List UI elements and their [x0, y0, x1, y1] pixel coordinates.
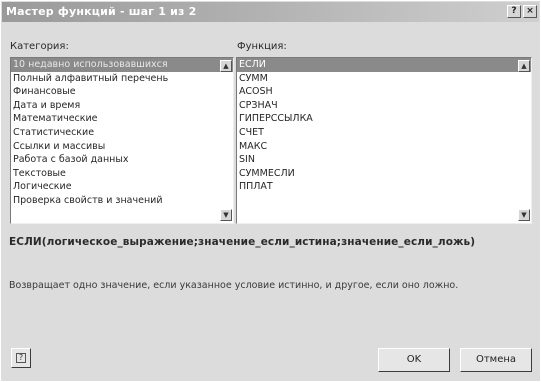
- office-assistant-button[interactable]: ?: [11, 348, 31, 368]
- function-list-item[interactable]: ППЛАТ: [237, 180, 531, 194]
- category-list-item[interactable]: Проверка свойств и значений: [11, 194, 233, 208]
- function-list-item[interactable]: ACOSH: [237, 85, 531, 99]
- function-list-item[interactable]: СУММ: [237, 72, 531, 86]
- category-list-item[interactable]: 10 недавно использовавшихся: [11, 58, 233, 72]
- function-wizard-dialog: Мастер функций - шаг 1 из 2 ? × Категори…: [0, 0, 541, 382]
- category-list-item[interactable]: Финансовые: [11, 85, 233, 99]
- function-scroll-up-button[interactable]: ▲: [518, 60, 530, 72]
- function-label: Функция:: [237, 41, 287, 52]
- category-list-item[interactable]: Работа с базой данных: [11, 153, 233, 167]
- category-scroll-up-button[interactable]: ▲: [220, 60, 232, 72]
- category-scroll-down-button[interactable]: ▼: [220, 209, 232, 221]
- window-title: Мастер функций - шаг 1 из 2: [6, 5, 197, 18]
- close-titlebar-button[interactable]: ×: [523, 5, 537, 18]
- function-list-item[interactable]: ЕСЛИ: [237, 58, 531, 72]
- function-scroll-down-button[interactable]: ▼: [518, 209, 530, 221]
- category-list-item[interactable]: Ссылки и массивы: [11, 140, 233, 154]
- category-list-item[interactable]: Полный алфавитный перечень: [11, 72, 233, 86]
- assistant-icon: ?: [16, 353, 26, 363]
- function-list-item[interactable]: СРЗНАЧ: [237, 99, 531, 113]
- function-list-item[interactable]: СУММЕСЛИ: [237, 167, 531, 181]
- category-list-item[interactable]: Статистические: [11, 126, 233, 140]
- help-titlebar-button[interactable]: ?: [507, 5, 521, 18]
- function-description: Возвращает одно значение, если указанное…: [9, 280, 459, 291]
- category-list-item[interactable]: Текстовые: [11, 167, 233, 181]
- category-list-item[interactable]: Дата и время: [11, 99, 233, 113]
- function-list-item[interactable]: SIN: [237, 153, 531, 167]
- category-list-item[interactable]: Математические: [11, 112, 233, 126]
- title-bar[interactable]: Мастер функций - шаг 1 из 2 ? ×: [2, 2, 539, 22]
- category-list-item[interactable]: Логические: [11, 180, 233, 194]
- category-list[interactable]: 10 недавно использовавшихся Полный алфави…: [10, 57, 234, 224]
- function-list-item[interactable]: СЧЕТ: [237, 126, 531, 140]
- category-label: Категория:: [10, 41, 69, 52]
- function-syntax: ЕСЛИ(логическое_выражение;значение_если_…: [9, 236, 476, 248]
- function-list-item[interactable]: ГИПЕРССЫЛКА: [237, 112, 531, 126]
- ok-button[interactable]: OK: [378, 348, 450, 372]
- function-list[interactable]: ЕСЛИ СУММ ACOSH СРЗНАЧ ГИПЕРССЫЛКА СЧЕТ МАКС SI…: [236, 57, 532, 224]
- function-list-item[interactable]: МАКС: [237, 140, 531, 154]
- cancel-button[interactable]: Отмена: [460, 348, 532, 372]
